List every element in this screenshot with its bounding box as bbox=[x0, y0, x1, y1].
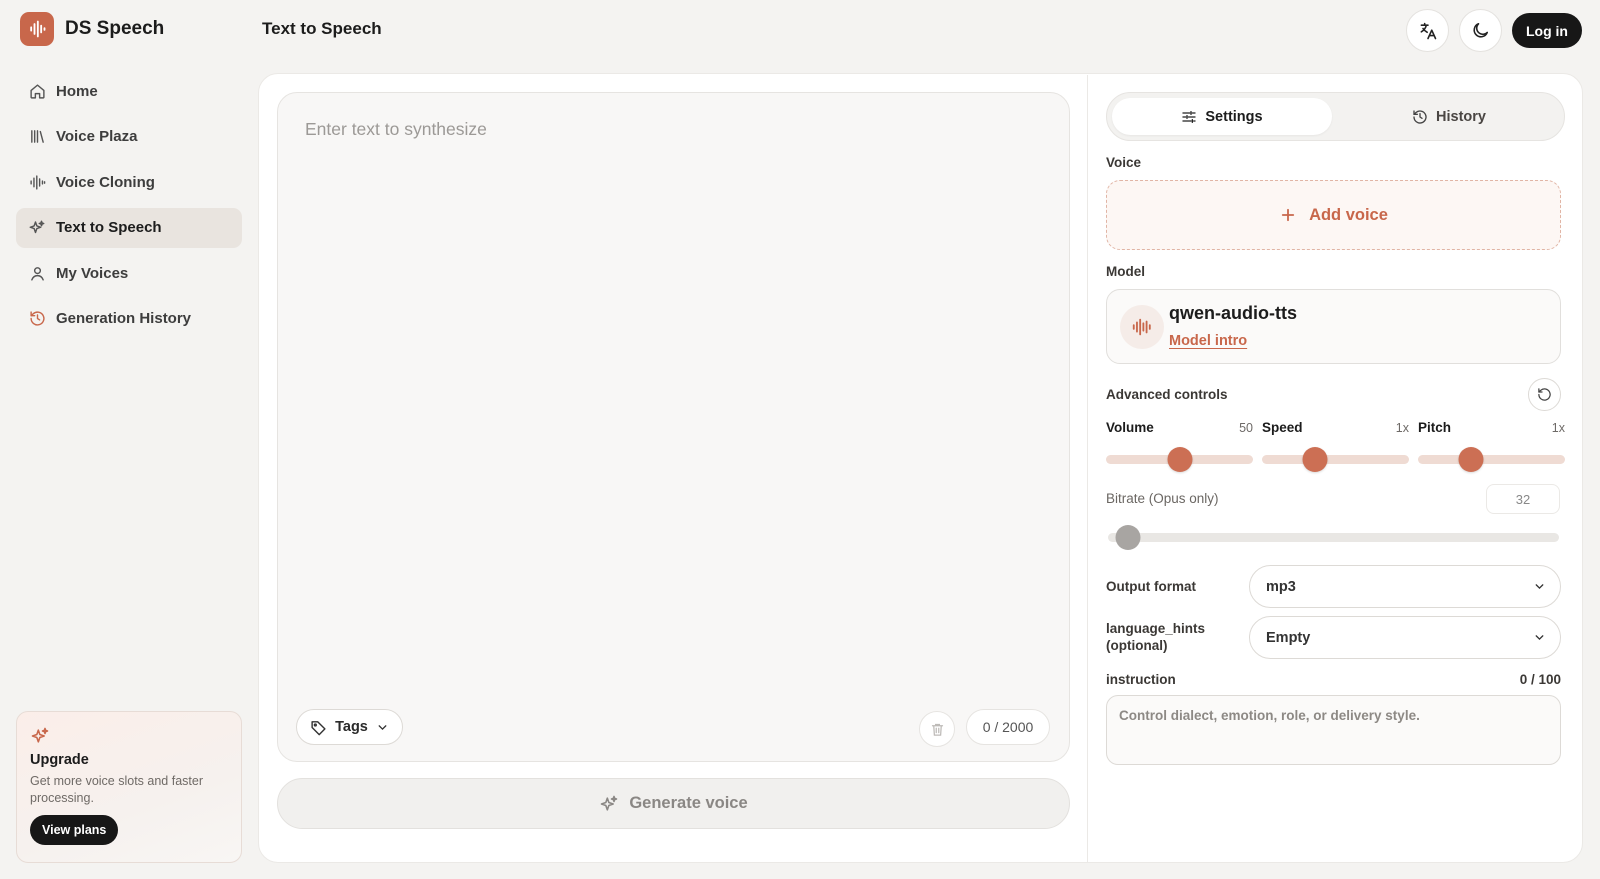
text-input[interactable] bbox=[305, 119, 1045, 140]
trash-icon bbox=[931, 723, 943, 736]
sidebar-item-label: Voice Cloning bbox=[56, 173, 155, 191]
brand[interactable]: DS Speech bbox=[20, 12, 164, 46]
sparkles-icon bbox=[601, 795, 618, 811]
moon-icon bbox=[1473, 22, 1489, 38]
text-editor: Tags 0 / 2000 bbox=[277, 92, 1070, 762]
speed-slider-thumb[interactable] bbox=[1302, 447, 1328, 472]
advanced-controls-label: Advanced controls bbox=[1106, 387, 1228, 402]
pitch-slider-group: Pitch 1x bbox=[1418, 420, 1565, 472]
speed-slider[interactable] bbox=[1262, 447, 1409, 472]
bitrate-label: Bitrate (Opus only) bbox=[1106, 491, 1219, 506]
sidebar-item-label: Voice Plaza bbox=[56, 128, 138, 145]
bitrate-input[interactable] bbox=[1486, 484, 1560, 514]
brand-logo-waveform-icon bbox=[20, 12, 54, 46]
volume-value: 50 bbox=[1239, 421, 1253, 435]
instruction-counter: 0 / 100 bbox=[1519, 672, 1561, 687]
language-hints-value: Empty bbox=[1266, 629, 1311, 646]
sidebar-item-my-voices[interactable]: My Voices bbox=[16, 253, 242, 293]
pitch-label: Pitch bbox=[1418, 420, 1452, 435]
tab-settings[interactable]: Settings bbox=[1112, 98, 1332, 135]
language-hints-label: language_hints (optional) bbox=[1106, 620, 1205, 654]
page-title: Text to Speech bbox=[262, 19, 382, 38]
history-icon bbox=[28, 310, 46, 328]
chevron-down-icon bbox=[1535, 584, 1544, 590]
sparkles-icon bbox=[31, 727, 49, 743]
language-hints-label-line1: language_hints bbox=[1106, 621, 1206, 636]
generate-voice-button[interactable]: Generate voice bbox=[277, 778, 1070, 829]
tab-history[interactable]: History bbox=[1339, 98, 1559, 135]
output-format-label: Output format bbox=[1106, 579, 1196, 594]
tab-history-label: History bbox=[1436, 108, 1486, 125]
output-format-value: mp3 bbox=[1266, 578, 1296, 595]
panel-divider bbox=[1087, 75, 1088, 862]
upgrade-text: Get more voice slots and faster processi… bbox=[30, 774, 203, 805]
sidebar-item-generation-history[interactable]: Generation History bbox=[16, 299, 242, 339]
sidebar: Home Voice Plaza Voice Cloning Text to S… bbox=[16, 71, 242, 344]
volume-slider[interactable] bbox=[1106, 447, 1253, 472]
translate-button[interactable] bbox=[1406, 9, 1449, 52]
language-hints-label-line2: (optional) bbox=[1106, 638, 1168, 653]
plus-icon bbox=[1281, 208, 1295, 222]
sidebar-item-label: Home bbox=[56, 82, 98, 100]
chevron-down-icon bbox=[378, 724, 387, 730]
add-voice-button[interactable]: Add voice bbox=[1106, 180, 1561, 250]
speed-slider-group: Speed 1x bbox=[1262, 420, 1409, 472]
model-label: Model bbox=[1106, 264, 1145, 279]
sidebar-item-voice-cloning[interactable]: Voice Cloning bbox=[16, 162, 242, 202]
audio-waveform-icon bbox=[28, 173, 46, 191]
theme-toggle-button[interactable] bbox=[1459, 9, 1502, 52]
character-counter: 0 / 2000 bbox=[966, 709, 1050, 745]
tag-icon bbox=[311, 720, 326, 735]
volume-label: Volume bbox=[1106, 420, 1154, 435]
tags-label: Tags bbox=[335, 719, 368, 735]
tab-settings-label: Settings bbox=[1205, 108, 1263, 125]
chevron-down-icon bbox=[1535, 635, 1544, 641]
panel-tabs: Settings History bbox=[1106, 92, 1565, 141]
pitch-value: 1x bbox=[1551, 421, 1565, 435]
model-intro-link[interactable]: Model intro bbox=[1169, 333, 1247, 349]
user-icon bbox=[28, 264, 46, 282]
upgrade-card: Upgrade Get more voice slots and faster … bbox=[16, 711, 242, 863]
pitch-slider-thumb[interactable] bbox=[1458, 447, 1484, 472]
history-icon bbox=[1413, 109, 1427, 124]
upgrade-title: Upgrade bbox=[30, 752, 89, 768]
volume-slider-group: Volume 50 bbox=[1106, 420, 1253, 472]
sidebar-item-voice-plaza[interactable]: Voice Plaza bbox=[16, 117, 242, 157]
voice-label: Voice bbox=[1106, 155, 1142, 170]
instruction-label: instruction bbox=[1106, 672, 1176, 687]
home-icon bbox=[28, 82, 46, 100]
output-format-select[interactable]: mp3 bbox=[1249, 565, 1561, 608]
top-actions: Log in bbox=[1406, 9, 1582, 52]
sidebar-item-label: Text to Speech bbox=[56, 219, 162, 236]
translate-icon bbox=[1420, 22, 1436, 39]
pitch-slider[interactable] bbox=[1418, 447, 1565, 472]
speed-value: 1x bbox=[1395, 421, 1409, 435]
model-card[interactable]: qwen-audio-tts Model intro bbox=[1106, 289, 1561, 364]
language-hints-select[interactable]: Empty bbox=[1249, 616, 1561, 659]
library-icon bbox=[28, 128, 46, 146]
sidebar-item-text-to-speech[interactable]: Text to Speech bbox=[16, 207, 242, 248]
sidebar-item-home[interactable]: Home bbox=[16, 71, 242, 111]
model-name: qwen-audio-tts bbox=[1169, 303, 1297, 323]
sparkles-icon bbox=[28, 219, 46, 237]
sidebar-item-label: My Voices bbox=[56, 264, 129, 282]
reset-icon bbox=[1538, 388, 1551, 401]
speed-label: Speed bbox=[1262, 420, 1303, 435]
sliders-icon bbox=[1182, 110, 1197, 123]
generate-voice-label: Generate voice bbox=[629, 794, 748, 812]
view-plans-button[interactable]: View plans bbox=[30, 815, 119, 845]
bitrate-slider[interactable] bbox=[1108, 525, 1559, 550]
reset-controls-button[interactable] bbox=[1528, 378, 1561, 411]
audio-waveform-icon bbox=[1120, 305, 1164, 349]
tags-button[interactable]: Tags bbox=[296, 709, 403, 745]
bitrate-slider-thumb[interactable] bbox=[1115, 525, 1141, 550]
clear-text-button[interactable] bbox=[919, 711, 955, 747]
brand-name: DS Speech bbox=[65, 18, 165, 39]
add-voice-label: Add voice bbox=[1309, 205, 1388, 224]
instruction-input[interactable] bbox=[1106, 695, 1561, 765]
login-button[interactable]: Log in bbox=[1512, 13, 1582, 48]
volume-slider-thumb[interactable] bbox=[1167, 447, 1192, 472]
sidebar-item-label: Generation History bbox=[56, 310, 192, 327]
